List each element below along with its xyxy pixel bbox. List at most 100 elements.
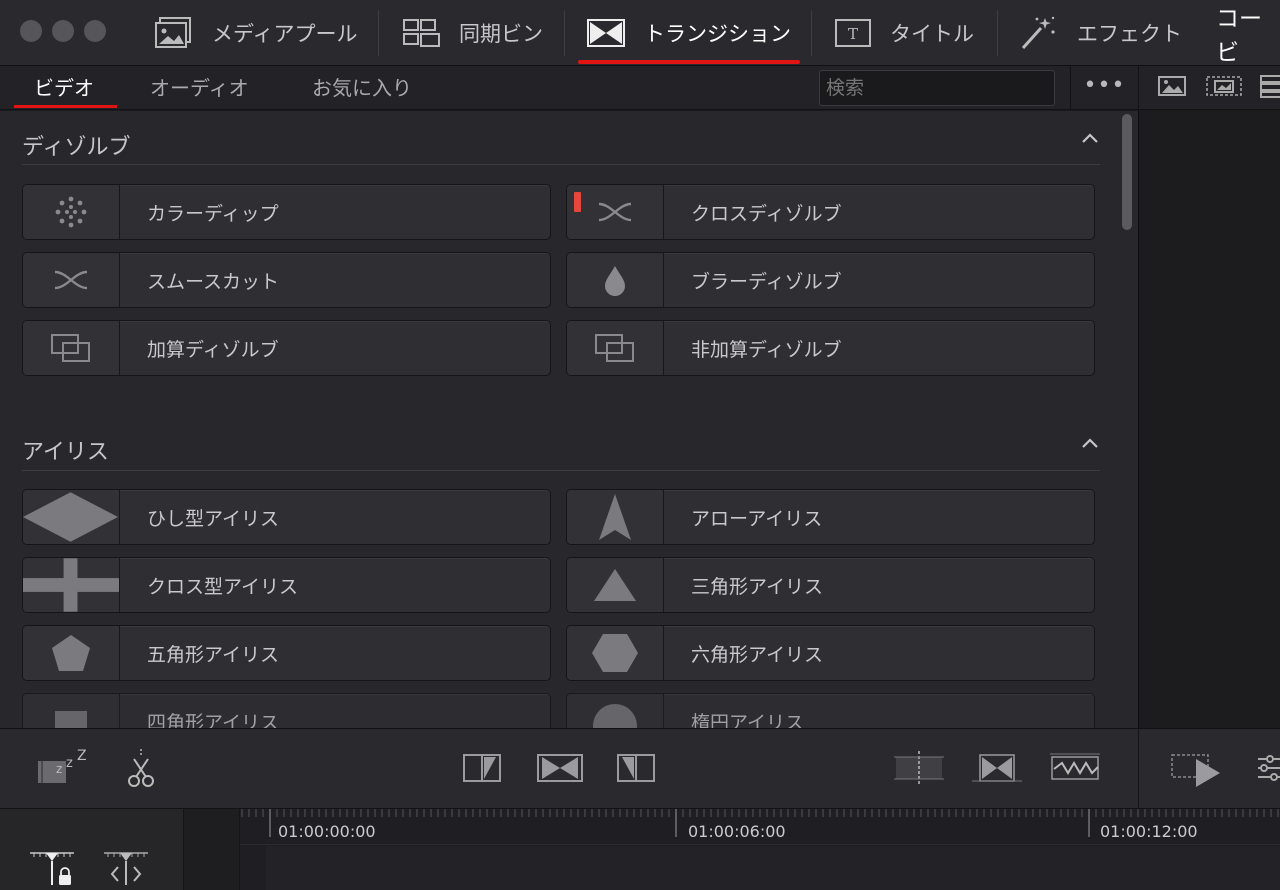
transition-item[interactable]: 六角形アイリス bbox=[566, 625, 1095, 681]
transition-label: 四角形アイリス bbox=[147, 712, 280, 728]
svg-text:Z: Z bbox=[77, 748, 87, 764]
dots-circle-icon bbox=[23, 185, 120, 239]
divider bbox=[1138, 729, 1139, 809]
section-title-dissolve: ディゾルブ bbox=[22, 135, 131, 160]
list-view-icon[interactable] bbox=[1259, 74, 1280, 98]
transition-item[interactable]: スムースカット bbox=[22, 252, 551, 308]
timecode-label: 01:00:06:00 bbox=[688, 822, 786, 841]
tab-label: 同期ビン bbox=[459, 22, 543, 46]
trim-mode-icon[interactable] bbox=[102, 847, 150, 887]
transition-icon bbox=[586, 18, 626, 48]
subtab-video[interactable]: ビデオ bbox=[34, 72, 94, 101]
transition-item[interactable]: 五角形アイリス bbox=[22, 625, 551, 681]
transition-item[interactable]: アローアイリス bbox=[566, 489, 1095, 545]
library-scrollbar[interactable] bbox=[1120, 112, 1134, 232]
edit-toolbar: zzZ bbox=[0, 728, 1280, 809]
more-options-button[interactable]: ••• bbox=[1070, 66, 1138, 110]
transition-item[interactable]: カラーディップ bbox=[22, 184, 551, 240]
transition-library: ディゾルブ カラーディップ クロスディゾルブ スムースカット ブラーディゾルブ … bbox=[0, 111, 1138, 728]
collapse-chevron-icon[interactable] bbox=[1080, 434, 1100, 455]
timeline-track-header bbox=[0, 809, 184, 890]
sync-bin-icon bbox=[401, 16, 441, 50]
image-view-icon[interactable] bbox=[1157, 74, 1187, 98]
droplet-icon bbox=[567, 253, 664, 307]
active-tab-indicator bbox=[578, 60, 800, 64]
window-zoom-button[interactable] bbox=[84, 20, 106, 42]
tab-label: トランジション bbox=[644, 22, 791, 46]
tab-media-pool[interactable]: メディアプール bbox=[154, 0, 358, 66]
transition-item[interactable]: 非加算ディゾルブ bbox=[566, 320, 1095, 376]
transition-label: クロスディゾルブ bbox=[691, 203, 842, 225]
triangle-icon bbox=[567, 558, 664, 612]
settings-sliders-icon[interactable] bbox=[1256, 751, 1280, 785]
transition-left-icon[interactable] bbox=[462, 753, 502, 783]
transition-item[interactable]: クロス型アイリス bbox=[22, 557, 551, 613]
tab-label: メディアプール bbox=[212, 22, 358, 46]
favorite-marker bbox=[574, 192, 581, 212]
divider bbox=[811, 10, 812, 56]
snap-lock-icon[interactable] bbox=[28, 847, 76, 887]
tab-label: タイトル bbox=[890, 22, 974, 46]
transition-item[interactable]: 楕円アイリス bbox=[566, 693, 1095, 728]
divider bbox=[564, 10, 565, 56]
transition-label: 五角形アイリス bbox=[147, 644, 280, 666]
filmstrip-view-icon[interactable] bbox=[1205, 74, 1243, 98]
collapse-chevron-icon[interactable] bbox=[1080, 129, 1100, 150]
timeline-track[interactable] bbox=[266, 846, 1280, 890]
hexagon-icon bbox=[567, 626, 664, 680]
tab-effects[interactable]: エフェクト bbox=[1019, 0, 1182, 66]
transition-label: 楕円アイリス bbox=[691, 712, 805, 728]
transition-item[interactable]: 加算ディゾルブ bbox=[22, 320, 551, 376]
tab-titles[interactable]: T タイトル bbox=[834, 0, 974, 66]
square-icon bbox=[23, 694, 120, 728]
divider bbox=[378, 10, 379, 56]
svg-text:z: z bbox=[56, 762, 62, 776]
sleep-clips-icon[interactable]: zzZ bbox=[34, 747, 90, 787]
transition-item[interactable]: 三角形アイリス bbox=[566, 557, 1095, 613]
plus-icon bbox=[23, 558, 120, 612]
split-clip-icon[interactable] bbox=[894, 751, 944, 785]
section-divider bbox=[22, 470, 1100, 471]
cross-wave-icon bbox=[567, 185, 664, 239]
transition-label: 六角形アイリス bbox=[691, 644, 824, 666]
divider bbox=[997, 10, 998, 56]
transition-label: カラーディップ bbox=[147, 203, 279, 225]
svg-text:z: z bbox=[66, 756, 73, 771]
transition-item[interactable]: ひし型アイリス bbox=[22, 489, 551, 545]
transition-label: クロス型アイリス bbox=[147, 576, 299, 598]
image-icon bbox=[154, 16, 194, 50]
right-panel-header bbox=[1138, 66, 1280, 110]
tab-label: コービ bbox=[1216, 6, 1262, 66]
tab-sync-bin[interactable]: 同期ビン bbox=[401, 0, 543, 66]
playback-icon[interactable] bbox=[1168, 749, 1224, 789]
track-gutter bbox=[184, 809, 240, 890]
scissors-icon[interactable] bbox=[124, 747, 158, 789]
subtab-audio[interactable]: オーディオ bbox=[150, 72, 249, 101]
transition-label: ブラーディゾルブ bbox=[691, 271, 842, 293]
window-minimize-button[interactable] bbox=[52, 20, 74, 42]
tab-copy[interactable]: コービ bbox=[1216, 0, 1280, 66]
active-subtab-indicator bbox=[14, 105, 117, 108]
subtab-favorites[interactable]: お気に入り bbox=[312, 72, 412, 101]
overlap-rects-icon bbox=[567, 321, 664, 375]
cross-transition-icon[interactable] bbox=[972, 753, 1022, 783]
search-input[interactable] bbox=[819, 70, 1055, 106]
transition-right-icon[interactable] bbox=[616, 753, 656, 783]
section-divider bbox=[22, 164, 1100, 165]
timeline-ruler[interactable]: 01:00:00:00 01:00:06:00 01:00:12:00 bbox=[240, 809, 1280, 845]
tab-transitions[interactable]: トランジション bbox=[586, 0, 791, 66]
transition-item[interactable]: 四角形アイリス bbox=[22, 693, 551, 728]
timeline: 01:00:00:00 01:00:06:00 01:00:12:00 bbox=[0, 808, 1280, 890]
transition-label: スムースカット bbox=[147, 271, 280, 293]
subtab-bar: ビデオ オーディオ お気に入り bbox=[0, 66, 1138, 110]
svg-text:T: T bbox=[848, 25, 858, 43]
audio-crossfade-icon[interactable] bbox=[1050, 751, 1100, 785]
transition-item[interactable]: ブラーディゾルブ bbox=[566, 252, 1095, 308]
window-close-button[interactable] bbox=[20, 20, 42, 42]
preview-panel bbox=[1138, 110, 1280, 728]
overlap-rects-icon bbox=[23, 321, 120, 375]
transition-item[interactable]: クロスディゾルブ bbox=[566, 184, 1095, 240]
pentagon-icon bbox=[23, 626, 120, 680]
transition-center-icon[interactable] bbox=[536, 753, 584, 783]
transition-label: 非加算ディゾルブ bbox=[691, 339, 842, 361]
